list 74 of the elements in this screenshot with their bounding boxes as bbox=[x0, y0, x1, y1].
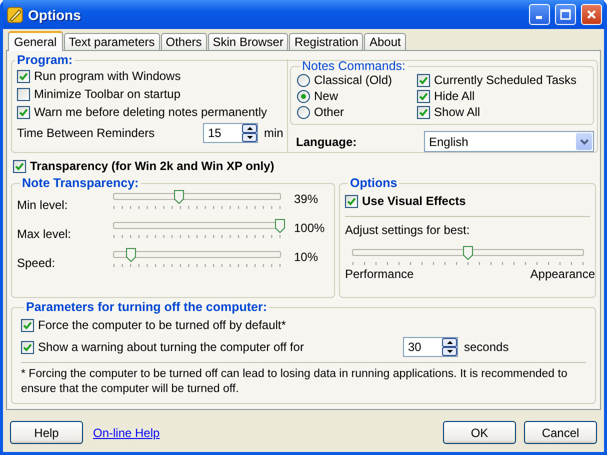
tab[interactable]: Skin Browser bbox=[208, 33, 288, 50]
checkbox[interactable] bbox=[17, 88, 30, 100]
cancel-button[interactable]: Cancel bbox=[524, 421, 597, 444]
pen-icon bbox=[7, 6, 23, 22]
radio-button[interactable] bbox=[297, 90, 310, 102]
maximize-button[interactable] bbox=[555, 4, 576, 25]
group-title: Note Transparency: bbox=[21, 176, 140, 190]
checkbox[interactable] bbox=[417, 90, 430, 102]
slider-value: 39% bbox=[294, 191, 318, 206]
tab[interactable]: About bbox=[364, 33, 406, 50]
field-label: Time Between Reminders bbox=[17, 126, 156, 140]
online-help-link[interactable]: On-line Help bbox=[93, 426, 160, 440]
checkbox[interactable] bbox=[13, 160, 26, 172]
slider-max-label: Appearance bbox=[530, 267, 595, 281]
group-title: Options bbox=[349, 176, 398, 190]
checkbox[interactable] bbox=[345, 194, 358, 208]
field-label: Adjust settings for best: bbox=[345, 223, 471, 237]
slider-label: Max level: bbox=[17, 226, 72, 241]
checkbox-label: Warn me before deleting notes permanently bbox=[34, 105, 268, 119]
close-button[interactable] bbox=[581, 4, 602, 25]
spin-down-button[interactable] bbox=[442, 347, 457, 356]
spin-down-button[interactable] bbox=[242, 133, 257, 142]
slider-value: 10% bbox=[294, 249, 318, 264]
spin-up-button[interactable] bbox=[242, 124, 257, 133]
help-button[interactable]: Help bbox=[10, 421, 83, 444]
maximize-icon bbox=[560, 9, 571, 20]
slider-thumb[interactable] bbox=[126, 248, 136, 262]
spin-up-button[interactable] bbox=[442, 338, 457, 347]
language-dropdown[interactable]: English bbox=[424, 131, 594, 152]
slider-label: Speed: bbox=[17, 255, 56, 270]
tab[interactable]: General bbox=[8, 31, 63, 51]
group-title: Notes Commands: bbox=[301, 59, 407, 73]
unit-label: min bbox=[264, 126, 284, 140]
minimize-button[interactable] bbox=[529, 4, 550, 25]
radio-label: Other bbox=[314, 105, 344, 119]
chevron-down-icon bbox=[580, 138, 588, 144]
checkbox[interactable] bbox=[21, 340, 34, 354]
radio-label: New bbox=[314, 89, 338, 103]
checkbox[interactable] bbox=[17, 106, 30, 118]
checkbox-label: Run program with Windows bbox=[34, 69, 181, 83]
field-label: Language: bbox=[296, 134, 358, 148]
checkbox[interactable] bbox=[17, 70, 30, 82]
slider-min-label: Performance bbox=[345, 267, 414, 281]
checkbox[interactable] bbox=[21, 318, 34, 332]
radio-button[interactable] bbox=[297, 74, 310, 86]
close-icon bbox=[586, 9, 597, 20]
checkbox-label: Hide All bbox=[434, 89, 475, 103]
checkbox-label: Minimize Toolbar on startup bbox=[34, 87, 181, 101]
checkbox-label: Show a warning about turning the computer off for bbox=[38, 340, 304, 354]
window-title: Options bbox=[28, 6, 82, 22]
tab[interactable]: Registration bbox=[289, 33, 364, 50]
slider-thumb[interactable] bbox=[463, 246, 473, 260]
tab[interactable]: Text parameters bbox=[64, 33, 160, 50]
unit-label: seconds bbox=[464, 340, 509, 354]
radio-label: Classical (Old) bbox=[314, 73, 392, 87]
checkbox-label: Use Visual Effects bbox=[362, 194, 466, 208]
tab[interactable]: Others bbox=[160, 33, 207, 50]
radio-button[interactable] bbox=[297, 106, 310, 118]
checkbox-label: Transparency (for Win 2k and Win XP only) bbox=[30, 159, 274, 173]
number-field[interactable]: 30 bbox=[403, 337, 458, 357]
group-title: Program: bbox=[16, 53, 74, 67]
slider-value: 100% bbox=[294, 220, 325, 235]
group-title: Parameters for turning off the computer: bbox=[25, 300, 268, 314]
checkbox-label: Currently Scheduled Tasks bbox=[434, 73, 577, 87]
footnote: * Forcing the computer to be turned off can lead to losing data in running applications. It is recommended to ensure that the computer will be turned off. bbox=[21, 362, 586, 397]
slider-label: Min level: bbox=[17, 197, 69, 212]
number-field[interactable]: 15 bbox=[203, 123, 258, 143]
ok-button[interactable]: OK bbox=[443, 421, 516, 444]
checkbox-label: Show All bbox=[434, 105, 480, 119]
checkbox[interactable] bbox=[417, 106, 430, 118]
checkbox-label: Force the computer to be turned off by default* bbox=[38, 318, 286, 332]
checkbox[interactable] bbox=[417, 74, 430, 86]
slider-thumb[interactable] bbox=[174, 190, 184, 204]
slider-thumb[interactable] bbox=[275, 219, 285, 233]
